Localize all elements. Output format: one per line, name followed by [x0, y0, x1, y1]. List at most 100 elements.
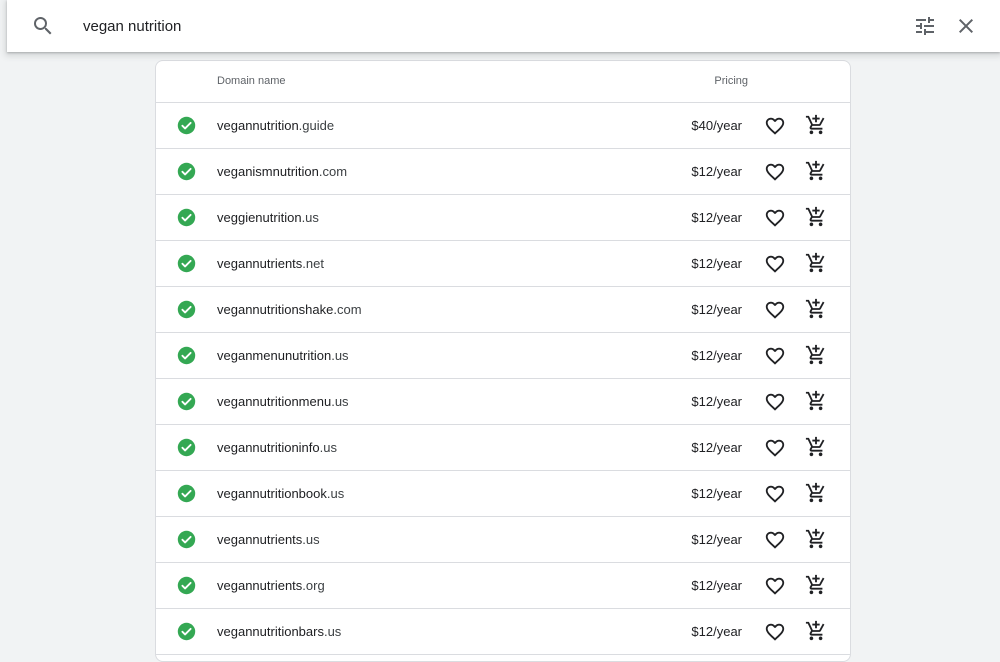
domain-tld: .com: [318, 164, 348, 179]
domain-tld: .com: [333, 302, 362, 317]
domain-price: $12/year: [691, 624, 742, 639]
check-circle-icon: [177, 392, 196, 411]
domain-name: vegannutritionbook: [217, 486, 327, 501]
domain-label[interactable]: vegannutrients.org: [217, 578, 325, 593]
add-shopping-cart-icon[interactable]: [805, 528, 827, 550]
domain-name: vegannutritionbars: [217, 624, 324, 639]
heart-outline-icon[interactable]: [764, 483, 786, 505]
add-shopping-cart-icon[interactable]: [805, 620, 827, 642]
check-circle-icon: [177, 622, 196, 641]
add-shopping-cart-icon[interactable]: [805, 436, 827, 458]
domain-row[interactable]: vegannutrients.us $12/year: [156, 517, 850, 563]
domain-name: veganmenunutrition: [217, 348, 332, 363]
domain-row[interactable]: vegannutritionshake.com $12/year: [156, 287, 850, 333]
domain-name: veggienutrition: [217, 210, 302, 225]
heart-outline-icon[interactable]: [764, 207, 786, 229]
domain-name: vegannutritionmenu: [217, 394, 332, 409]
heart-outline-icon[interactable]: [764, 575, 786, 597]
domain-tld: .us: [302, 532, 320, 547]
domain-tld: .us: [331, 394, 349, 409]
domain-row[interactable]: veganismnutrition.com $12/year: [156, 149, 850, 195]
domain-row[interactable]: vegannutritionbook.us $12/year: [156, 471, 850, 517]
domain-tld: .us: [323, 624, 342, 639]
domain-tld: .org: [302, 578, 325, 593]
domain-label[interactable]: veggienutrition.us: [217, 210, 319, 225]
domain-name: vegannutrients: [217, 578, 303, 593]
heart-outline-icon[interactable]: [764, 529, 786, 551]
domain-price: $40/year: [691, 118, 742, 133]
search-icon[interactable]: [31, 14, 55, 38]
domain-label[interactable]: veganmenunutrition.us: [217, 348, 349, 363]
tune-icon[interactable]: [913, 14, 937, 38]
domain-price: $12/year: [691, 256, 742, 271]
domain-name: vegannutritionshake: [217, 302, 334, 317]
domain-price: $12/year: [691, 440, 742, 455]
domain-name: vegannutrition: [217, 118, 299, 133]
check-circle-icon: [177, 346, 196, 365]
domain-label[interactable]: vegannutritionshake.com: [217, 302, 362, 317]
check-circle-icon: [177, 162, 196, 181]
domain-tld: .guide: [298, 118, 335, 133]
domain-label[interactable]: veganismnutrition.com: [217, 164, 347, 179]
domain-label[interactable]: vegannutrition.guide: [217, 118, 334, 133]
heart-outline-icon[interactable]: [764, 299, 786, 321]
check-circle-icon: [177, 530, 196, 549]
close-icon[interactable]: [954, 14, 978, 38]
add-shopping-cart-icon[interactable]: [805, 574, 827, 596]
domain-row[interactable]: veganmenunutrition.us $12/year: [156, 333, 850, 379]
heart-outline-icon[interactable]: [764, 391, 786, 413]
heart-outline-icon[interactable]: [764, 115, 786, 137]
domain-row[interactable]: vegannutritionbars.us $12/year: [156, 609, 850, 655]
heart-outline-icon[interactable]: [764, 345, 786, 367]
domain-label[interactable]: vegannutrients.us: [217, 532, 320, 547]
domain-label[interactable]: vegannutritioninfo.us: [217, 440, 337, 455]
domain-label[interactable]: vegannutritionbook.us: [217, 486, 344, 501]
add-shopping-cart-icon[interactable]: [805, 160, 827, 182]
domain-name-header: Domain name: [217, 75, 286, 87]
check-circle-icon: [177, 208, 196, 227]
domain-label[interactable]: vegannutrients.net: [217, 256, 324, 271]
domain-tld: .us: [301, 210, 319, 225]
check-circle-icon: [177, 484, 196, 503]
domain-row[interactable]: vegannutrients.org $12/year: [156, 563, 850, 609]
heart-outline-icon[interactable]: [764, 161, 786, 183]
check-circle-icon: [177, 576, 196, 595]
add-shopping-cart-icon[interactable]: [805, 298, 827, 320]
domain-name: vegannutrients: [217, 256, 303, 271]
add-shopping-cart-icon[interactable]: [805, 482, 827, 504]
domain-price: $12/year: [691, 486, 742, 501]
pricing-header: Pricing: [714, 75, 748, 87]
add-shopping-cart-icon[interactable]: [805, 114, 827, 136]
table-header: Domain name Pricing: [156, 61, 850, 103]
domain-tld: .net: [302, 256, 324, 271]
heart-outline-icon[interactable]: [764, 253, 786, 275]
add-shopping-cart-icon[interactable]: [805, 206, 827, 228]
domain-row[interactable]: vegannutritioninfo.us $12/year: [156, 425, 850, 471]
add-shopping-cart-icon[interactable]: [805, 252, 827, 274]
domain-price: $12/year: [691, 578, 742, 593]
domain-row[interactable]: vegannutrition.guide $40/year: [156, 103, 850, 149]
search-input[interactable]: [83, 13, 683, 39]
domain-name: veganismnutrition: [217, 164, 319, 179]
domain-name: vegannutritioninfo: [217, 440, 320, 455]
domain-label[interactable]: vegannutritionbars.us: [217, 624, 341, 639]
check-circle-icon: [177, 116, 196, 135]
domain-row[interactable]: vegannutrients.net $12/year: [156, 241, 850, 287]
heart-outline-icon[interactable]: [764, 621, 786, 643]
domain-price: $12/year: [691, 302, 742, 317]
check-circle-icon: [177, 438, 196, 457]
domain-price: $12/year: [691, 164, 742, 179]
domain-tld: .us: [319, 440, 337, 455]
domain-label[interactable]: vegannutritionmenu.us: [217, 394, 349, 409]
add-shopping-cart-icon[interactable]: [805, 390, 827, 412]
results-card: Domain name Pricing vegannutrition.guide…: [155, 60, 851, 662]
check-circle-icon: [177, 300, 196, 319]
search-bar: [7, 0, 1000, 52]
domain-row[interactable]: veggienutrition.us $12/year: [156, 195, 850, 241]
add-shopping-cart-icon[interactable]: [805, 344, 827, 366]
domain-list: vegannutrition.guide $40/year veganismnu…: [156, 103, 850, 655]
domain-price: $12/year: [691, 210, 742, 225]
domain-row[interactable]: vegannutritionmenu.us $12/year: [156, 379, 850, 425]
domain-tld: .us: [331, 348, 349, 363]
heart-outline-icon[interactable]: [764, 437, 786, 459]
